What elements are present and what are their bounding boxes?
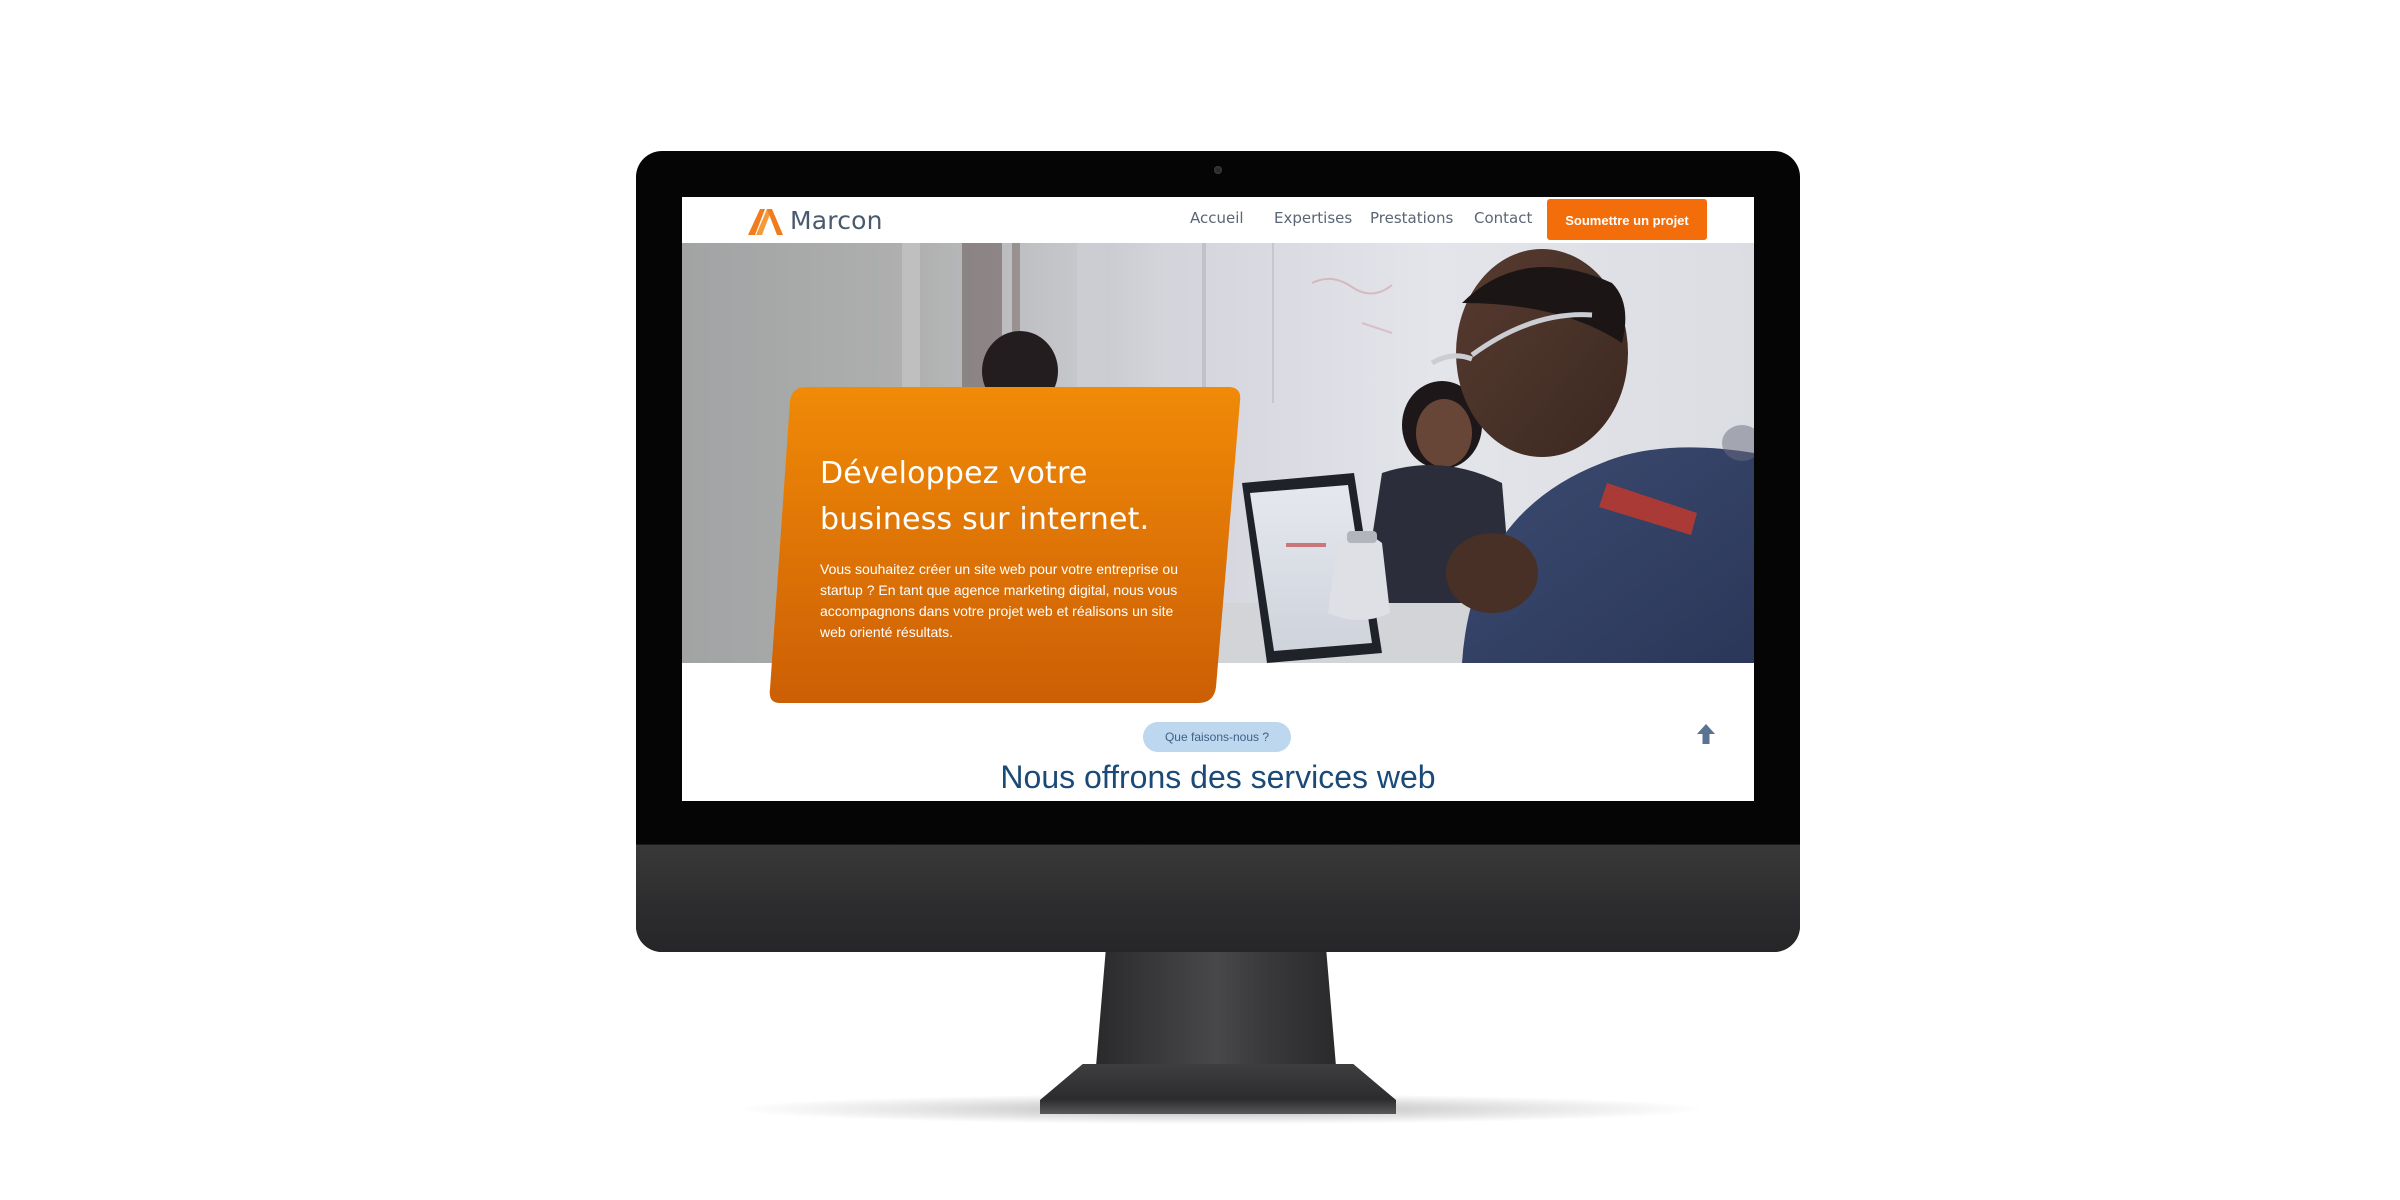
hero-title-line1: Développez votre [820, 456, 1088, 491]
section-badge: Que faisons-nous ? [1143, 722, 1291, 752]
arrow-up-icon[interactable] [1696, 723, 1716, 745]
hero-description: Vous souhaitez créer un site web pour vo… [820, 561, 1178, 640]
monitor-chin [636, 844, 1800, 952]
nav-link-expertises[interactable]: Expertises [1274, 209, 1352, 227]
mockup-stage: Développez votre business sur internet. … [0, 0, 2400, 1200]
website-screen: Développez votre business sur internet. … [682, 197, 1754, 801]
camera-icon [1214, 166, 1222, 174]
nav-link-contact[interactable]: Contact [1474, 209, 1532, 227]
submit-project-button[interactable]: Soumettre un projet [1547, 199, 1707, 240]
hero-title: Développez votre business sur internet. [820, 451, 1192, 543]
nav-link-accueil[interactable]: Accueil [1190, 209, 1244, 227]
hero-title-line2: business sur internet. [820, 502, 1150, 537]
main-menu: Accueil Expertises Prestations Contact S… [682, 197, 1754, 243]
monitor-stand-base [1040, 1064, 1396, 1114]
top-navbar: Marcon Accueil Expertises Prestations Co… [682, 197, 1754, 243]
nav-link-prestations[interactable]: Prestations [1370, 209, 1453, 227]
hero-card-content: Développez votre business sur internet. … [820, 451, 1192, 643]
services-title: Nous offrons des services web [1000, 759, 1436, 795]
